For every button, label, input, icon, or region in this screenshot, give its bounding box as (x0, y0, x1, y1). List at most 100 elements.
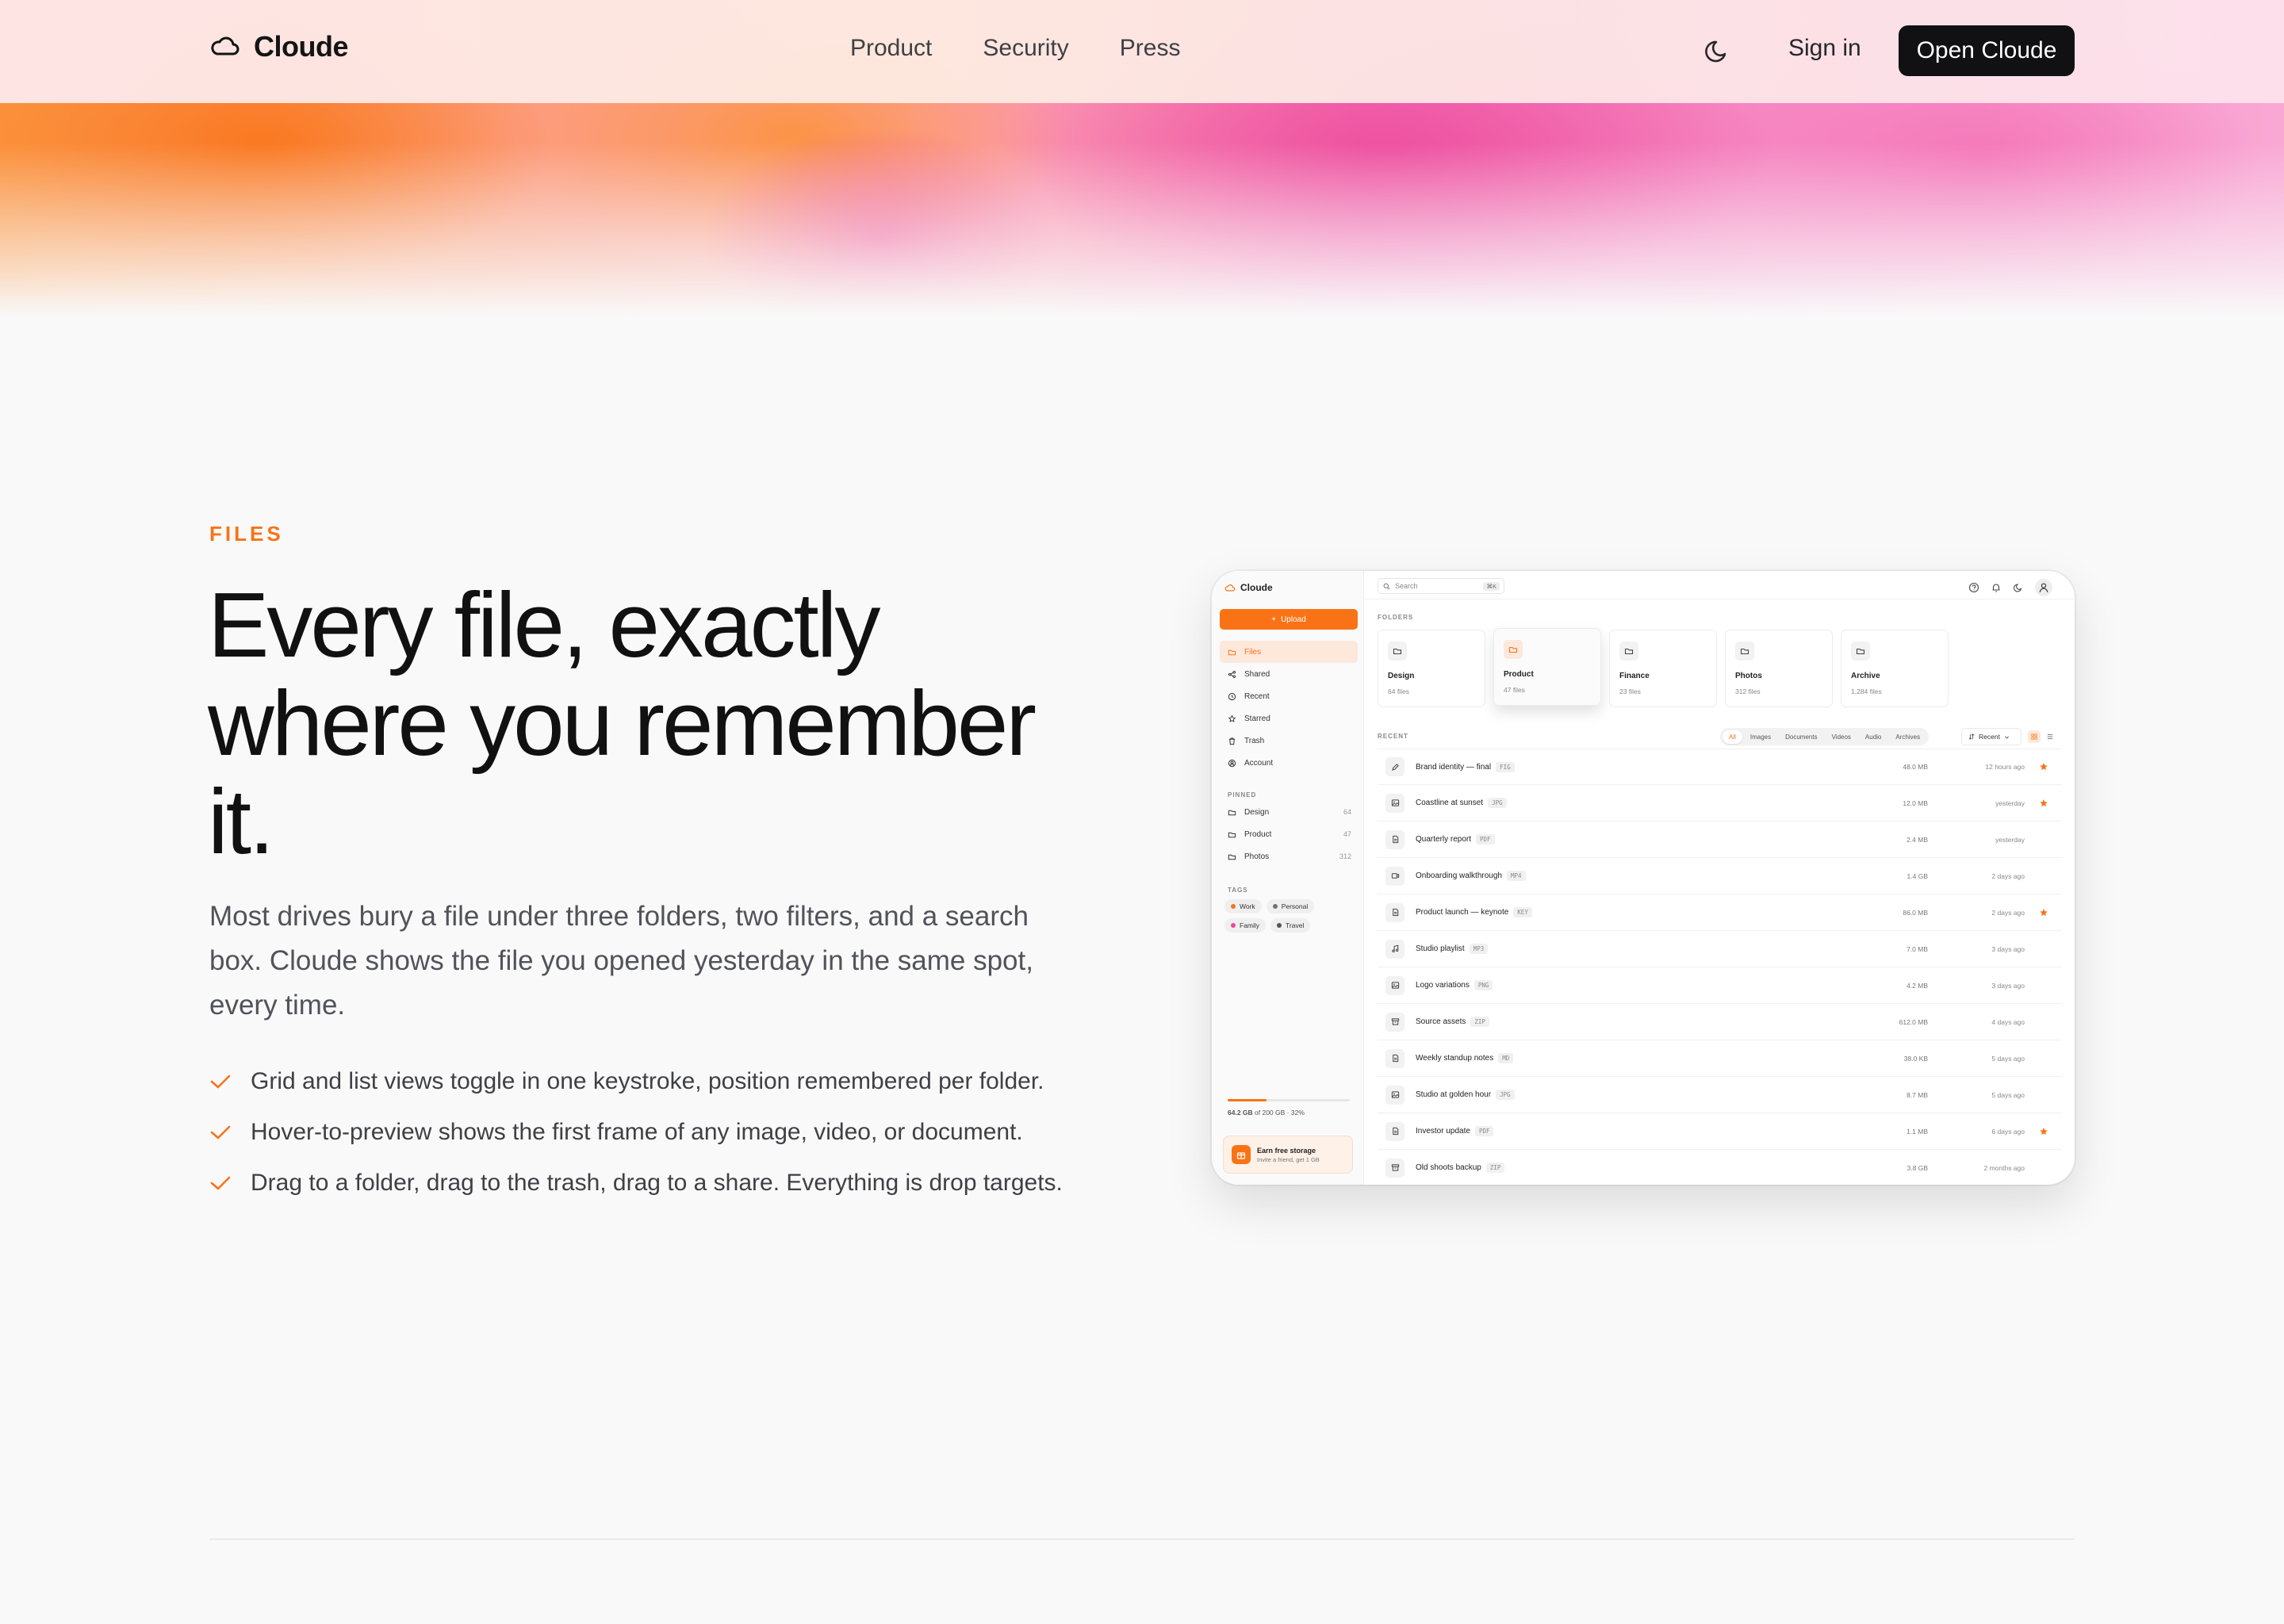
file-row[interactable]: Logo variations PNG 4.2 MB 3 days ago (1378, 967, 2062, 1004)
nav-link-press[interactable]: Press (1120, 35, 1181, 62)
search-input[interactable]: Search ⌘K (1378, 578, 1504, 594)
filter-videos[interactable]: Videos (1826, 730, 1857, 744)
folder-card-archive[interactable]: Archive 1,284 files (1841, 630, 1949, 707)
open-cloude-button[interactable]: Open Cloude (1899, 25, 2075, 76)
file-type-icon-wrap (1385, 793, 1405, 813)
star-button[interactable] (2039, 908, 2048, 917)
avatar[interactable] (2035, 579, 2052, 596)
file-type-icon-wrap (1385, 939, 1405, 959)
bell-icon[interactable] (1991, 582, 2002, 593)
sign-in-link[interactable]: Sign in (1788, 35, 1861, 62)
file-name: Weekly standup notes (1416, 1054, 1494, 1063)
upload-label: Upload (1281, 615, 1306, 624)
folder-count: 64 files (1388, 688, 1409, 695)
tag-work[interactable]: Work (1224, 899, 1262, 914)
document-icon (1392, 1127, 1398, 1136)
filter-documents[interactable]: Documents (1779, 730, 1823, 744)
check-icon (209, 1115, 232, 1150)
folder-icon (1740, 648, 1749, 655)
tag-personal[interactable]: Personal (1266, 899, 1315, 914)
sidebar-item-account[interactable]: Account (1220, 752, 1358, 774)
earn-storage-card[interactable]: Earn free storage Invite a friend, get 1… (1223, 1136, 1353, 1174)
image-icon (1391, 1091, 1399, 1098)
sidebar-item-shared[interactable]: Shared (1220, 663, 1358, 685)
file-size: 2.4 MB (1907, 835, 1928, 844)
app-sidebar: Cloude + Upload Files Shared Recent Starred… (1212, 571, 1364, 1185)
file-size: 38.0 KB (1903, 1054, 1928, 1063)
star-button[interactable] (2039, 1127, 2048, 1136)
folder-card-design[interactable]: Design 64 files (1378, 630, 1485, 707)
file-row[interactable]: Weekly standup notes MD 38.0 KB 5 days ago (1378, 1040, 2062, 1077)
file-modified-date: 2 days ago (1991, 908, 2025, 917)
app-topbar: Search ⌘K (1365, 571, 2075, 599)
filter-all[interactable]: All (1723, 730, 1742, 744)
file-name: Old shoots backup (1416, 1163, 1481, 1172)
file-extension-badge: MP3 (1469, 944, 1489, 954)
storage-progress (1228, 1099, 1350, 1101)
file-row[interactable]: Coastline at sunset JPG 12.0 MB yesterday (1378, 785, 2062, 822)
filter-audio[interactable]: Audio (1859, 730, 1887, 744)
check-icon (209, 1166, 232, 1201)
sort-dropdown[interactable]: Recent (1961, 728, 2021, 745)
folder-card-finance[interactable]: Finance 23 files (1609, 630, 1717, 707)
file-name: Quarterly report (1416, 835, 1472, 844)
file-extension-badge: FIG (1496, 761, 1515, 772)
file-row[interactable]: Quarterly report PDF 2.4 MB yesterday (1378, 822, 2062, 858)
file-modified-date: yesterday (1995, 835, 2025, 844)
feature-item: Drag to a folder, drag to the trash, dra… (209, 1166, 1098, 1201)
file-row[interactable]: Investor update PDF 1.1 MB 6 days ago (1378, 1113, 2062, 1150)
tag-travel[interactable]: Travel (1270, 918, 1311, 933)
filter-archives[interactable]: Archives (1889, 730, 1926, 744)
file-size: 86.0 MB (1903, 908, 1928, 917)
star-filled-icon (2040, 1127, 2048, 1135)
file-row[interactable]: Studio at golden hour JPG 8.7 MB 5 days ago (1378, 1077, 2062, 1113)
earn-title: Earn free storage (1257, 1146, 1316, 1155)
file-type-icon-wrap (1385, 1121, 1405, 1141)
file-row[interactable]: Source assets ZIP 612.0 MB 4 days ago (1378, 1004, 2062, 1040)
sidebar-item-starred[interactable]: Starred (1220, 707, 1358, 730)
file-type-icon-wrap (1385, 902, 1405, 922)
brand-logo[interactable]: Cloude (209, 30, 349, 63)
nav-link-product[interactable]: Product (850, 35, 932, 62)
upload-button[interactable]: + Upload (1220, 609, 1358, 630)
file-row[interactable]: Onboarding walkthrough MP4 1.4 GB 2 days ag… (1378, 858, 2062, 894)
archive-icon (1391, 1018, 1399, 1025)
file-row[interactable]: Studio playlist MP3 7.0 MB 3 days ago (1378, 931, 2062, 967)
grid-view-button[interactable] (2028, 730, 2041, 743)
file-name: Logo variations (1416, 981, 1470, 990)
filter-images[interactable]: Images (1744, 730, 1777, 744)
file-extension-badge: MP4 (1506, 871, 1526, 881)
moon-icon[interactable] (2013, 582, 2024, 593)
sidebar-item-trash[interactable]: Trash (1220, 730, 1358, 752)
tag-family[interactable]: Family (1224, 918, 1267, 933)
folder-count: 1,284 files (1851, 688, 1882, 695)
star-button[interactable] (2039, 799, 2048, 808)
sidebar-item-files[interactable]: Files (1220, 641, 1358, 663)
file-name: Product launch — keynote (1416, 908, 1509, 917)
file-extension-badge: KEY (1513, 907, 1532, 917)
sidebar-item-recent[interactable]: Recent (1220, 685, 1358, 707)
file-modified-date: 4 days ago (1991, 1017, 2025, 1026)
nav-link-security[interactable]: Security (983, 35, 1068, 62)
folder-card-photos[interactable]: Photos 312 files (1725, 630, 1833, 707)
theme-toggle-button[interactable] (1702, 35, 1734, 67)
folder-icon (1624, 648, 1634, 655)
search-icon (1383, 583, 1390, 589)
file-modified-date: 3 days ago (1991, 981, 2025, 990)
file-size: 1.1 MB (1907, 1127, 1928, 1136)
tag-label: Travel (1286, 921, 1305, 929)
folder-card-product[interactable]: Product 47 files (1493, 628, 1601, 706)
pinned-item-product[interactable]: Product 47 (1220, 823, 1358, 845)
pinned-item-photos[interactable]: Photos 312 (1220, 845, 1358, 868)
pinned-item-design[interactable]: Design 64 (1220, 801, 1358, 823)
document-icon (1392, 908, 1398, 917)
image-icon (1391, 982, 1399, 989)
help-icon[interactable] (1968, 582, 1979, 593)
file-name: Studio playlist (1416, 944, 1465, 953)
file-row[interactable]: Brand identity — final FIG 48.0 MB 12 hours… (1378, 749, 2062, 785)
file-row[interactable]: Old shoots backup ZIP 3.8 GB 2 months ago (1378, 1150, 2062, 1185)
star-button[interactable] (2039, 762, 2048, 772)
file-row[interactable]: Product launch — keynote KEY 86.0 MB 2 days… (1378, 894, 2062, 931)
list-view-button[interactable] (2044, 730, 2056, 743)
sidebar-item-label: Shared (1244, 669, 1270, 679)
